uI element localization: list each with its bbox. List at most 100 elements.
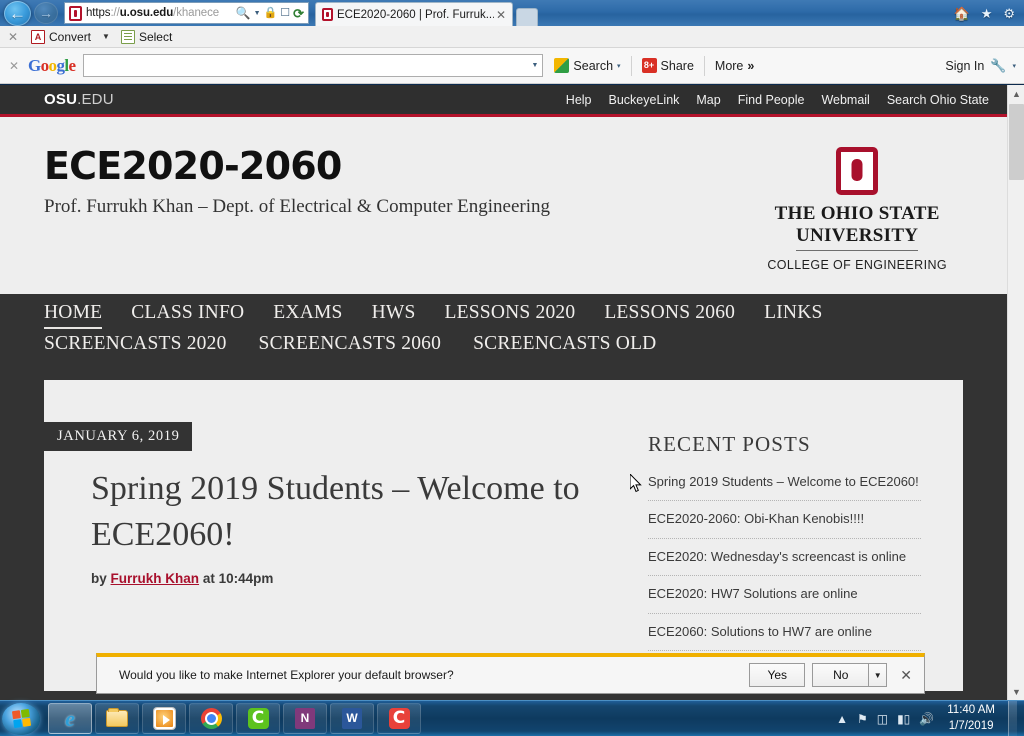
- google-search-input[interactable]: [88, 58, 532, 73]
- search-icon[interactable]: 🔍: [236, 7, 251, 19]
- google-more-button[interactable]: More »: [712, 59, 757, 73]
- action-center-flag-icon[interactable]: ⚑: [857, 713, 868, 725]
- google-share-button[interactable]: 8+ Share: [639, 58, 697, 73]
- taskbar-item-media-player[interactable]: [142, 703, 186, 734]
- new-tab-button[interactable]: [516, 8, 538, 26]
- chrome-icon: [200, 708, 222, 729]
- wrench-icon[interactable]: 🔧: [990, 58, 1006, 74]
- taskbar-clock[interactable]: 11:40 AM 1/7/2019: [943, 703, 995, 734]
- nav-item-class-info[interactable]: CLASS INFO: [131, 302, 244, 327]
- osu-favicon-icon: [69, 5, 82, 21]
- google-search-button[interactable]: Search ▾: [551, 58, 623, 73]
- scroll-up-arrow-icon[interactable]: ▲: [1008, 85, 1024, 102]
- browser-tab-active[interactable]: ECE2020-2060 | Prof. Furruk... ✕: [315, 2, 513, 26]
- nav-item-lessons-2060[interactable]: LESSONS 2060: [604, 302, 735, 327]
- site-title[interactable]: ECE2020-2060: [44, 146, 550, 187]
- scroll-down-arrow-icon[interactable]: ▼: [1008, 683, 1024, 700]
- nav-item-exams[interactable]: EXAMS: [273, 302, 342, 327]
- taskbar-item-camtasia-recorder[interactable]: C: [377, 703, 421, 734]
- wrench-caret-icon[interactable]: ▾: [1012, 62, 1016, 70]
- logo-line-university: UNIVERSITY: [796, 225, 919, 251]
- google-toolbar-close-icon[interactable]: ✕: [0, 59, 28, 73]
- osu-link-webmail[interactable]: Webmail: [821, 93, 869, 107]
- network-signal-icon[interactable]: ▮▯: [897, 713, 910, 725]
- favorites-star-icon[interactable]: ★: [981, 7, 993, 20]
- page-scrollbar[interactable]: ▲ ▼: [1007, 85, 1024, 700]
- back-button[interactable]: ←: [4, 0, 31, 26]
- settings-gear-icon[interactable]: ⚙: [1003, 7, 1015, 20]
- osu-college-logo[interactable]: THE OHIO STATE UNIVERSITY COLLEGE OF ENG…: [767, 147, 963, 272]
- battery-icon[interactable]: ◫: [877, 713, 888, 725]
- recent-post-link-3[interactable]: ECE2020: Wednesday's screencast is onlin…: [648, 548, 921, 566]
- taskbar-item-internet-explorer[interactable]: e: [48, 703, 92, 734]
- google-search-box[interactable]: ▼: [83, 54, 544, 77]
- media-player-icon: [153, 708, 175, 729]
- recent-post-link-1[interactable]: Spring 2019 Students – Welcome to ECE206…: [648, 473, 921, 491]
- adobe-toolbar-close-icon[interactable]: ✕: [0, 30, 26, 44]
- show-hidden-icons-icon[interactable]: ▲: [836, 713, 848, 725]
- recent-post-link-2[interactable]: ECE2020-2060: Obi-Khan Kenobis!!!!: [648, 510, 921, 528]
- osu-link-find-people[interactable]: Find People: [738, 93, 805, 107]
- scrollbar-thumb[interactable]: [1009, 104, 1024, 180]
- list-item: ECE2020: Wednesday's screencast is onlin…: [648, 539, 921, 577]
- forward-button[interactable]: →: [34, 2, 58, 24]
- nav-item-home[interactable]: HOME: [44, 302, 103, 329]
- windows-flag-icon: [11, 708, 31, 729]
- recent-post-link-5[interactable]: ECE2060: Solutions to HW7 are online: [648, 623, 921, 641]
- osu-link-map[interactable]: Map: [696, 93, 720, 107]
- taskbar-item-camtasia-studio[interactable]: C: [236, 703, 280, 734]
- tab-close-icon[interactable]: ✕: [494, 8, 508, 22]
- post-author-link[interactable]: Furrukh Khan: [111, 571, 200, 586]
- osu-link-buckeyelink[interactable]: BuckeyeLink: [609, 93, 680, 107]
- post-meta-at: at: [202, 570, 215, 586]
- taskbar-item-word[interactable]: W: [330, 703, 374, 734]
- osu-link-search-ohio-state[interactable]: Search Ohio State: [887, 93, 989, 107]
- refresh-icon[interactable]: ⟳: [293, 7, 304, 20]
- google-share-label: Share: [660, 58, 694, 73]
- post-title[interactable]: Spring 2019 Students – Welcome to ECE206…: [91, 466, 604, 558]
- taskbar-apps: e C N W C: [48, 703, 424, 734]
- volume-icon[interactable]: 🔊: [919, 713, 934, 725]
- convert-dropdown-caret-icon[interactable]: ▼: [96, 32, 116, 41]
- google-logo: Google: [28, 55, 76, 75]
- taskbar-item-onenote[interactable]: N: [283, 703, 327, 734]
- convert-button[interactable]: Convert: [26, 29, 96, 44]
- notification-no-caret-icon[interactable]: ▼: [868, 663, 888, 687]
- compatibility-view-icon[interactable]: ☐: [280, 7, 290, 19]
- osu-link-help[interactable]: Help: [566, 93, 592, 107]
- home-icon[interactable]: 🏠: [954, 7, 970, 20]
- address-bar[interactable]: https://u.osu.edu/khanece 🔍 ▼ 🔒 ☐ ⟳: [64, 2, 309, 24]
- nav-item-hws[interactable]: HWS: [372, 302, 416, 327]
- notification-yes-button[interactable]: Yes: [749, 663, 806, 687]
- word-icon: W: [342, 708, 362, 729]
- start-button[interactable]: [2, 702, 40, 735]
- camtasia-studio-icon: C: [247, 708, 269, 729]
- recent-post-link-4[interactable]: ECE2020: HW7 Solutions are online: [648, 585, 921, 603]
- post-meta: by Furrukh Khan at 10:44pm: [91, 571, 604, 586]
- google-search-history-caret-icon[interactable]: ▼: [531, 62, 538, 69]
- notification-close-icon[interactable]: ✕: [894, 667, 918, 684]
- content-card: JANUARY 6, 2019 Spring 2019 Students – W…: [44, 380, 963, 692]
- lock-icon[interactable]: 🔒: [264, 7, 278, 19]
- notification-no-button[interactable]: No: [812, 663, 869, 687]
- select-button[interactable]: Select: [116, 29, 177, 44]
- nav-item-screencasts-2060[interactable]: SCREENCASTS 2060: [259, 333, 442, 358]
- camtasia-recorder-icon: C: [388, 708, 410, 729]
- google-search-caret-icon[interactable]: ▾: [617, 62, 621, 70]
- browser-titlebar: ← → https://u.osu.edu/khanece 🔍 ▼ 🔒 ☐ ⟳ …: [0, 0, 1024, 26]
- osu-edu-brand[interactable]: OSU.EDU: [44, 91, 114, 108]
- osu-brand-bold: OSU: [44, 91, 78, 108]
- chevron-down-icon[interactable]: ▼: [254, 10, 261, 17]
- site-identity: ECE2020-2060 Prof. Furrukh Khan – Dept. …: [44, 146, 550, 218]
- nav-item-links[interactable]: LINKS: [764, 302, 822, 327]
- nav-item-screencasts-2020[interactable]: SCREENCASTS 2020: [44, 333, 227, 358]
- taskbar-item-file-explorer[interactable]: [95, 703, 139, 734]
- show-desktop-button[interactable]: [1008, 700, 1017, 736]
- select-label: Select: [138, 29, 173, 44]
- internet-explorer-icon: e: [65, 705, 75, 731]
- nav-item-lessons-2020[interactable]: LESSONS 2020: [445, 302, 576, 327]
- taskbar-item-google-chrome[interactable]: [189, 703, 233, 734]
- nav-item-screencasts-old[interactable]: SCREENCASTS OLD: [473, 333, 656, 358]
- google-signin-link[interactable]: Sign In: [945, 59, 984, 73]
- main-column: JANUARY 6, 2019 Spring 2019 Students – W…: [44, 380, 644, 651]
